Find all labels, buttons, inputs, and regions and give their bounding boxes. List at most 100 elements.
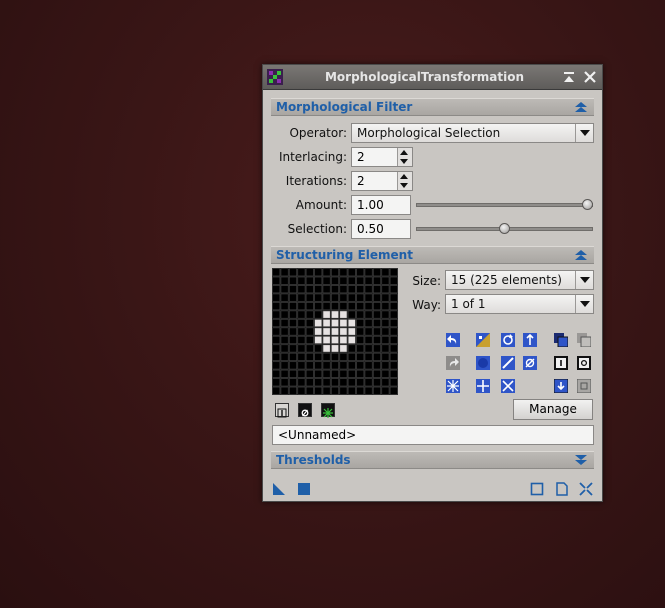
element-cell-off[interactable] bbox=[372, 335, 382, 345]
element-cell-off[interactable] bbox=[372, 293, 382, 302]
element-cell-off[interactable] bbox=[297, 352, 306, 362]
interlacing-spinbox[interactable]: 2 bbox=[351, 147, 413, 167]
element-cell-on[interactable] bbox=[347, 318, 356, 328]
structuring-element-canvas[interactable] bbox=[272, 268, 398, 395]
element-cell-off[interactable] bbox=[372, 276, 382, 285]
element-cell-off[interactable] bbox=[297, 386, 306, 395]
element-cell-off[interactable] bbox=[372, 378, 382, 387]
element-cell-off[interactable] bbox=[347, 268, 356, 277]
element-cell-off[interactable] bbox=[347, 352, 356, 362]
element-cell-off[interactable] bbox=[356, 293, 365, 302]
element-cell-off[interactable] bbox=[364, 352, 373, 362]
element-cell-off[interactable] bbox=[288, 293, 298, 302]
element-cell-off[interactable] bbox=[381, 369, 390, 378]
element-cell-off[interactable] bbox=[297, 369, 306, 378]
element-cell-off[interactable] bbox=[347, 285, 356, 294]
element-cell-off[interactable] bbox=[280, 344, 289, 353]
element-cell-on[interactable] bbox=[314, 335, 323, 345]
element-cell-on[interactable] bbox=[330, 344, 340, 353]
expand-icon[interactable] bbox=[575, 455, 587, 465]
element-cell-off[interactable] bbox=[314, 310, 323, 319]
element-cell-off[interactable] bbox=[297, 335, 306, 345]
element-cell-off[interactable] bbox=[381, 310, 390, 319]
element-cell-off[interactable] bbox=[364, 276, 373, 285]
element-cell-off[interactable] bbox=[330, 386, 340, 395]
element-cell-off[interactable] bbox=[322, 369, 331, 378]
element-cell-on[interactable] bbox=[330, 327, 340, 336]
element-cell-off[interactable] bbox=[381, 327, 390, 336]
element-cell-off[interactable] bbox=[347, 361, 356, 370]
element-cell-off[interactable] bbox=[272, 378, 281, 387]
element-cell-off[interactable] bbox=[288, 386, 298, 395]
rotate-icon[interactable] bbox=[501, 333, 515, 347]
element-cell-off[interactable] bbox=[364, 369, 373, 378]
shade-icon[interactable] bbox=[561, 69, 577, 85]
element-cell-off[interactable] bbox=[372, 301, 382, 311]
element-cell-off[interactable] bbox=[272, 344, 281, 353]
amount-field[interactable]: 1.00 bbox=[351, 195, 411, 215]
element-cell-off[interactable] bbox=[381, 293, 390, 302]
element-cell-off[interactable] bbox=[280, 335, 289, 345]
chevron-down-icon[interactable] bbox=[575, 124, 593, 142]
element-cell-on[interactable] bbox=[347, 335, 356, 345]
undo-icon[interactable] bbox=[446, 333, 460, 347]
element-cell-off[interactable] bbox=[347, 369, 356, 378]
element-cell-on[interactable] bbox=[339, 344, 348, 353]
paste-icon[interactable] bbox=[577, 333, 591, 347]
element-cell-off[interactable] bbox=[314, 378, 323, 387]
element-cell-off[interactable] bbox=[280, 378, 289, 387]
element-cell-off[interactable] bbox=[381, 386, 390, 395]
element-cell-off[interactable] bbox=[305, 369, 314, 378]
element-cell-off[interactable] bbox=[356, 369, 365, 378]
element-cell-off[interactable] bbox=[389, 369, 398, 378]
element-cell-off[interactable] bbox=[280, 276, 289, 285]
element-cell-on[interactable] bbox=[339, 310, 348, 319]
element-cell-off[interactable] bbox=[297, 268, 306, 277]
element-cell-off[interactable] bbox=[330, 361, 340, 370]
element-cell-off[interactable] bbox=[305, 276, 314, 285]
cross-shape-icon[interactable] bbox=[476, 379, 490, 393]
manage-button[interactable]: Manage bbox=[513, 399, 593, 420]
element-cell-off[interactable] bbox=[305, 361, 314, 370]
diagonal-icon[interactable] bbox=[501, 356, 515, 370]
element-cell-off[interactable] bbox=[339, 352, 348, 362]
shift-up-icon[interactable] bbox=[523, 333, 537, 347]
element-cell-on[interactable] bbox=[339, 335, 348, 345]
element-cell-off[interactable] bbox=[389, 361, 398, 370]
element-cell-off[interactable] bbox=[330, 276, 340, 285]
element-cell-off[interactable] bbox=[347, 310, 356, 319]
element-cell-off[interactable] bbox=[389, 386, 398, 395]
element-cell-off[interactable] bbox=[280, 369, 289, 378]
element-cell-off[interactable] bbox=[381, 301, 390, 311]
element-cell-off[interactable] bbox=[389, 327, 398, 336]
element-cell-off[interactable] bbox=[389, 310, 398, 319]
element-cell-on[interactable] bbox=[322, 335, 331, 345]
element-cell-off[interactable] bbox=[305, 327, 314, 336]
element-cell-off[interactable] bbox=[372, 369, 382, 378]
element-cell-off[interactable] bbox=[389, 378, 398, 387]
element-cell-off[interactable] bbox=[356, 285, 365, 294]
redo-icon[interactable] bbox=[446, 356, 460, 370]
amount-slider[interactable] bbox=[416, 203, 593, 207]
selection-field[interactable]: 0.50 bbox=[351, 219, 411, 239]
element-cell-off[interactable] bbox=[347, 293, 356, 302]
element-cell-off[interactable] bbox=[381, 352, 390, 362]
element-cell-off[interactable] bbox=[364, 386, 373, 395]
chevron-down-icon[interactable] bbox=[575, 271, 593, 289]
element-cell-off[interactable] bbox=[356, 361, 365, 370]
element-cell-off[interactable] bbox=[314, 361, 323, 370]
element-cell-off[interactable] bbox=[339, 301, 348, 311]
element-cell-off[interactable] bbox=[280, 386, 289, 395]
element-cell-off[interactable] bbox=[372, 318, 382, 328]
element-cell-off[interactable] bbox=[297, 318, 306, 328]
element-cell-on[interactable] bbox=[330, 310, 340, 319]
element-cell-off[interactable] bbox=[339, 378, 348, 387]
apply-global-icon[interactable] bbox=[297, 482, 311, 496]
element-cell-off[interactable] bbox=[389, 335, 398, 345]
element-cell-on[interactable] bbox=[322, 318, 331, 328]
element-cell-off[interactable] bbox=[272, 301, 281, 311]
size-combo[interactable]: 15 (225 elements) bbox=[445, 270, 594, 290]
element-cell-off[interactable] bbox=[372, 386, 382, 395]
chevron-down-icon[interactable] bbox=[575, 295, 593, 313]
element-cell-off[interactable] bbox=[339, 276, 348, 285]
